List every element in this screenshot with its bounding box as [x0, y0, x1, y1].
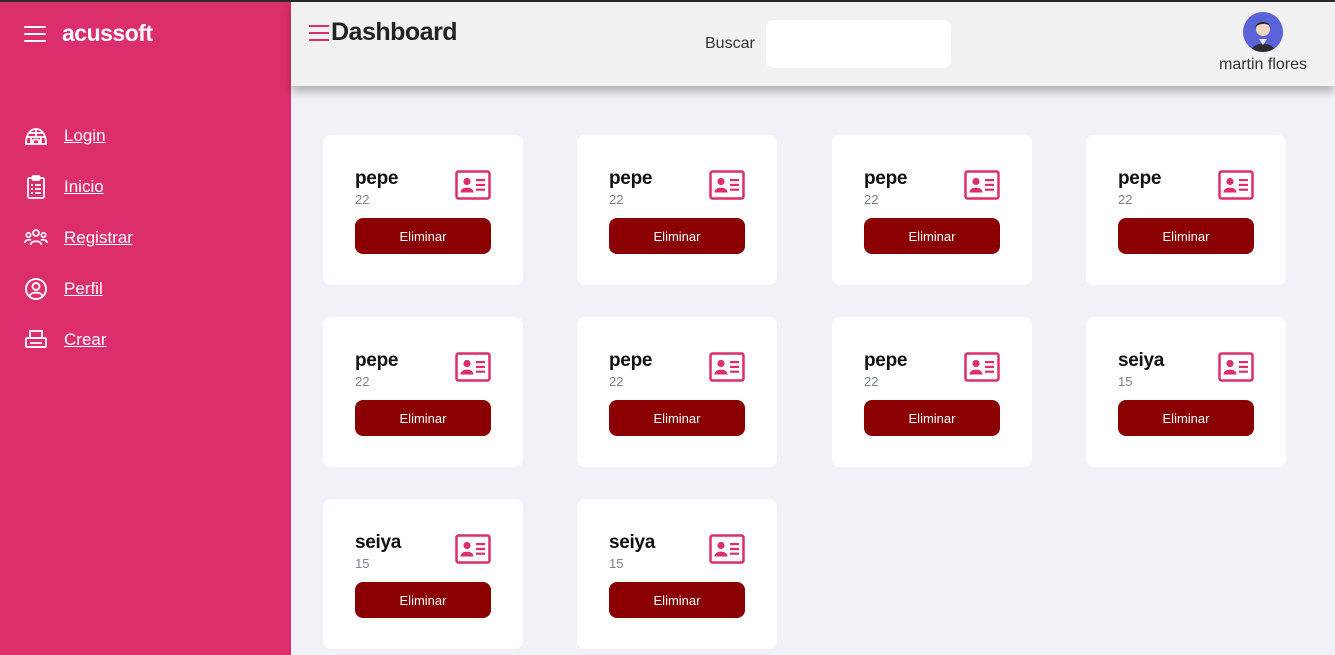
- person-card: seiya 15 Eliminar: [577, 499, 777, 649]
- card-name: seiya: [609, 532, 656, 553]
- id-card-icon: [455, 352, 491, 382]
- top-header: Dashboard Buscar martin flores: [291, 2, 1335, 86]
- id-card-icon: [1218, 352, 1254, 382]
- sidebar-item-label: Login: [64, 125, 106, 145]
- delete-button[interactable]: Eliminar: [355, 400, 491, 436]
- id-card-icon: [455, 170, 491, 200]
- avatar[interactable]: [1243, 12, 1283, 52]
- delete-button[interactable]: Eliminar: [609, 218, 745, 254]
- sidebar-item-label: Crear: [64, 329, 107, 349]
- card-name: pepe: [355, 168, 399, 189]
- delete-button[interactable]: Eliminar: [864, 400, 1000, 436]
- id-card-icon: [1218, 170, 1254, 200]
- sidebar-nav: Login Inicio Registrar Perfil Crear: [24, 110, 133, 365]
- sidebar: acussoft Login Inicio Registrar Perfil C…: [0, 2, 291, 655]
- id-card-icon: [964, 170, 1000, 200]
- card-name: pepe: [864, 168, 908, 189]
- card-age: 22: [864, 192, 879, 207]
- card-name: pepe: [609, 350, 653, 371]
- users-icon: [24, 226, 48, 250]
- id-card-icon: [964, 352, 1000, 382]
- card-name: pepe: [864, 350, 908, 371]
- id-card-icon: [709, 170, 745, 200]
- search-input[interactable]: [766, 20, 951, 68]
- person-card: pepe 22 Eliminar: [832, 317, 1032, 467]
- person-card: pepe 22 Eliminar: [1086, 135, 1286, 285]
- person-card: seiya 15 Eliminar: [1086, 317, 1286, 467]
- sidebar-item-inicio[interactable]: Inicio: [24, 161, 133, 212]
- card-age: 22: [864, 374, 879, 389]
- sidebar-item-login[interactable]: Login: [24, 110, 133, 161]
- clipboard-list-icon: [24, 174, 48, 199]
- sidebar-item-label: Inicio: [64, 176, 104, 196]
- hamburger-menu-icon[interactable]: [24, 25, 46, 42]
- search-label: Buscar: [705, 35, 755, 52]
- id-card-icon: [709, 534, 745, 564]
- card-age: 22: [355, 374, 370, 389]
- person-card: pepe 22 Eliminar: [832, 135, 1032, 285]
- page-title: Dashboard: [331, 18, 458, 46]
- delete-button[interactable]: Eliminar: [609, 582, 745, 618]
- card-name: pepe: [1118, 168, 1162, 189]
- sidebar-item-label: Registrar: [64, 227, 133, 247]
- menu-toggle-icon[interactable]: [309, 25, 329, 41]
- delete-button[interactable]: Eliminar: [1118, 218, 1254, 254]
- person-card: pepe 22 Eliminar: [323, 317, 523, 467]
- delete-button[interactable]: Eliminar: [864, 218, 1000, 254]
- sidebar-item-label: Perfil: [64, 278, 103, 298]
- window-top-border: [0, 0, 1335, 2]
- printer-icon: [24, 328, 48, 352]
- brand: acussoft: [24, 20, 153, 47]
- card-name: pepe: [355, 350, 399, 371]
- person-card: pepe 22 Eliminar: [577, 135, 777, 285]
- sidebar-item-registrar[interactable]: Registrar: [24, 212, 133, 263]
- card-name: pepe: [609, 168, 653, 189]
- delete-button[interactable]: Eliminar: [355, 582, 491, 618]
- card-age: 15: [355, 556, 370, 571]
- user-circle-icon: [24, 277, 48, 301]
- sidebar-item-perfil[interactable]: Perfil: [24, 263, 133, 314]
- card-age: 22: [609, 192, 624, 207]
- card-age: 22: [1118, 192, 1133, 207]
- delete-button[interactable]: Eliminar: [355, 218, 491, 254]
- person-card: pepe 22 Eliminar: [323, 135, 523, 285]
- person-card: pepe 22 Eliminar: [577, 317, 777, 467]
- card-age: 15: [609, 556, 624, 571]
- sidebar-item-crear[interactable]: Crear: [24, 314, 133, 365]
- user-profile[interactable]: martin flores: [1213, 12, 1313, 74]
- card-name: seiya: [1118, 350, 1165, 371]
- card-name: seiya: [355, 532, 402, 553]
- card-age: 15: [1118, 374, 1133, 389]
- delete-button[interactable]: Eliminar: [1118, 400, 1254, 436]
- id-card-icon: [709, 352, 745, 382]
- card-age: 22: [609, 374, 624, 389]
- brand-name: acussoft: [62, 20, 153, 46]
- id-card-icon: [455, 534, 491, 564]
- delete-button[interactable]: Eliminar: [609, 400, 745, 436]
- igloo-icon: [24, 124, 48, 148]
- card-age: 22: [355, 192, 370, 207]
- person-card: seiya 15 Eliminar: [323, 499, 523, 649]
- user-name: martin flores: [1218, 56, 1308, 73]
